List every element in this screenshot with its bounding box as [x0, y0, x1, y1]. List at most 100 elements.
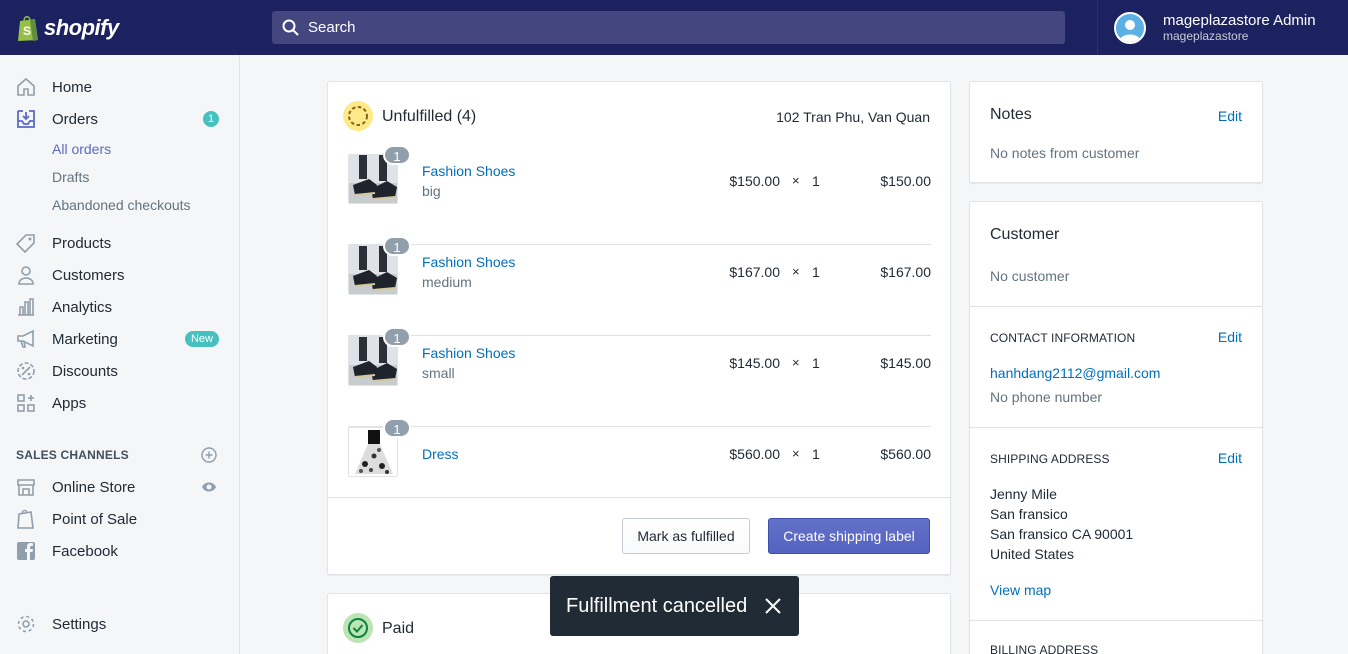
- paid-check-icon: [343, 613, 373, 643]
- store-icon: [16, 477, 36, 497]
- customer-title: Customer: [990, 226, 1060, 243]
- product-variant: small: [422, 365, 455, 381]
- sidebar-subitem-all-orders[interactable]: All orders: [52, 141, 111, 157]
- shopify-logo[interactable]: S shopify: [0, 0, 240, 55]
- new-badge: New: [184, 331, 219, 347]
- close-icon[interactable]: [764, 597, 782, 615]
- shopify-bag-icon: [16, 509, 36, 529]
- phone-text: No phone number: [990, 389, 1103, 405]
- address-line: Jenny Mile: [990, 486, 1057, 502]
- line-total: $150.00: [880, 173, 931, 189]
- notes-edit-link[interactable]: Edit: [1218, 108, 1242, 124]
- line-item: 1 Fashion Shoes medium $167.00 × 1 $167.…: [348, 236, 931, 336]
- search-placeholder: Search: [308, 19, 356, 36]
- product-link[interactable]: Fashion Shoes: [422, 254, 515, 270]
- tag-icon: [16, 233, 36, 253]
- avatar: [1114, 11, 1146, 44]
- sales-channels-heading: SALES CHANNELS: [16, 448, 129, 462]
- multiply-sign: ×: [792, 446, 800, 461]
- sidebar-item-online-store[interactable]: Online Store: [0, 471, 239, 503]
- product-link[interactable]: Fashion Shoes: [422, 345, 515, 361]
- quantity: 1: [812, 355, 820, 371]
- sidebar-item-label: Analytics: [52, 298, 113, 316]
- line-total: $560.00: [880, 446, 931, 462]
- sidebar-item-label: Home: [52, 78, 93, 96]
- product-link[interactable]: Dress: [422, 446, 459, 462]
- sidebar-item-analytics[interactable]: Analytics: [0, 291, 239, 323]
- contact-edit-link[interactable]: Edit: [1218, 329, 1242, 345]
- mark-as-fulfilled-button[interactable]: Mark as fulfilled: [622, 518, 750, 554]
- sidebar-item-home[interactable]: Home: [0, 71, 239, 103]
- sidebar-item-settings[interactable]: Settings: [0, 608, 239, 640]
- top-bar: S shopify Search mageplazastore Admin ma…: [0, 0, 1348, 55]
- quantity: 1: [812, 446, 820, 462]
- shopify-bag-icon: S: [18, 15, 38, 41]
- sidebar-item-marketing[interactable]: Marketing New: [0, 323, 239, 355]
- sidebar-item-label: Discounts: [52, 362, 118, 380]
- sidebar-item-label: Online Store: [52, 478, 136, 496]
- add-channel-icon[interactable]: [201, 447, 217, 463]
- create-shipping-label-button[interactable]: Create shipping label: [768, 518, 930, 554]
- view-map-link[interactable]: View map: [990, 582, 1051, 598]
- multiply-sign: ×: [792, 355, 800, 370]
- product-variant: big: [422, 183, 441, 199]
- sidebar: Home Orders 1 All orders Drafts Abandone…: [0, 55, 240, 654]
- search-bar[interactable]: Search: [272, 11, 1065, 44]
- multiply-sign: ×: [792, 264, 800, 279]
- gear-icon: [16, 614, 36, 634]
- sidebar-item-point-of-sale[interactable]: Point of Sale: [0, 503, 239, 535]
- megaphone-icon: [16, 329, 36, 349]
- line-total: $167.00: [880, 264, 931, 280]
- sidebar-subitem-abandoned-checkouts[interactable]: Abandoned checkouts: [52, 197, 191, 213]
- sidebar-item-products[interactable]: Products: [0, 227, 239, 259]
- sidebar-item-apps[interactable]: Apps: [0, 387, 239, 419]
- sidebar-item-label: Facebook: [52, 542, 118, 560]
- shipping-edit-link[interactable]: Edit: [1218, 450, 1242, 466]
- quantity: 1: [812, 264, 820, 280]
- sidebar-item-discounts[interactable]: Discounts: [0, 355, 239, 387]
- customer-text: No customer: [990, 268, 1070, 284]
- unit-price: $150.00: [729, 173, 780, 189]
- sidebar-item-label: Apps: [52, 394, 87, 412]
- billing-address-heading: BILLING ADDRESS: [990, 643, 1099, 654]
- sidebar-item-orders[interactable]: Orders 1: [0, 103, 239, 135]
- divider: [970, 427, 1262, 428]
- sidebar-item-customers[interactable]: Customers: [0, 259, 239, 291]
- line-total: $145.00: [880, 355, 931, 371]
- notes-text: No notes from customer: [990, 145, 1140, 161]
- sidebar-item-label: Settings: [52, 615, 107, 633]
- line-item: 1 Fashion Shoes big $150.00 × 1 $150.00: [348, 145, 931, 245]
- sidebar-item-facebook[interactable]: Facebook: [0, 535, 239, 567]
- account-menu[interactable]: mageplazastore Admin mageplazastore: [1097, 0, 1348, 55]
- user-icon: [1119, 19, 1141, 42]
- brand-name: shopify: [44, 14, 119, 40]
- eye-icon[interactable]: [201, 481, 217, 493]
- orders-count-badge: 1: [203, 111, 219, 127]
- apps-icon: [16, 393, 36, 413]
- sidebar-item-label: Orders: [52, 110, 98, 128]
- fulfillment-location: 102 Tran Phu, Van Quan: [776, 109, 930, 125]
- home-icon: [16, 77, 36, 97]
- sidebar-subitem-drafts[interactable]: Drafts: [52, 169, 89, 185]
- quantity-badge: 1: [383, 418, 411, 438]
- quantity-badge: 1: [383, 327, 411, 347]
- customer-icon: [16, 265, 36, 285]
- customer-email-link[interactable]: hanhdang2112@gmail.com: [990, 365, 1160, 381]
- multiply-sign: ×: [792, 173, 800, 188]
- line-item: 1 Fashion Shoes small $145.00 × 1 $145.0…: [348, 327, 931, 427]
- unit-price: $167.00: [729, 264, 780, 280]
- product-link[interactable]: Fashion Shoes: [422, 163, 515, 179]
- account-name: mageplazastore Admin: [1163, 11, 1316, 29]
- toast-message: Fulfillment cancelled: [566, 594, 748, 617]
- shipping-address-heading: SHIPPING ADDRESS: [990, 452, 1110, 466]
- unit-price: $560.00: [729, 446, 780, 462]
- divider: [970, 306, 1262, 307]
- sidebar-item-label: Marketing: [52, 330, 118, 348]
- address-line: San fransico: [990, 506, 1068, 522]
- quantity-badge: 1: [383, 145, 411, 165]
- search-icon: [282, 19, 299, 36]
- discount-icon: [16, 361, 36, 381]
- customer-card: Customer No customer CONTACT INFORMATION…: [969, 201, 1263, 654]
- sidebar-item-label: Customers: [52, 266, 125, 284]
- unfulfilled-card: Unfulfilled (4) 102 Tran Phu, Van Quan 1…: [327, 81, 951, 575]
